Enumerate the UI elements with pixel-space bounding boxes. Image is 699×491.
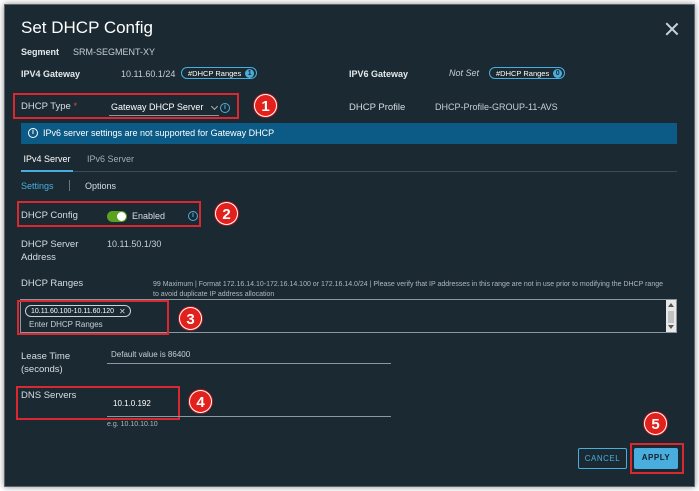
ipv4-gateway-value: 10.11.60.1/24 [121,69,176,79]
server-address-label-line1: DHCP Server [21,239,79,250]
scroll-thumb[interactable] [668,311,674,323]
dialog-title: Set DHCP Config [21,18,153,37]
dns-servers-label: DNS Servers [21,390,77,401]
callout-number-1: 1 [254,94,277,117]
dhcp-type-label: DHCP Type * [21,101,78,112]
subtab-settings[interactable]: Settings [21,181,54,191]
ipv6-gateway-label: IPV6 Gateway [349,69,409,79]
lease-time-input[interactable]: Default value is 86400 [107,350,391,364]
tab-ipv4-server[interactable]: IPv4 Server [21,152,73,172]
subtab-divider [69,180,70,191]
dhcp-config-toggle[interactable] [107,211,127,222]
scroll-up-icon[interactable] [668,303,674,307]
dhcp-config-label: DHCP Config [21,210,78,221]
callout-number-4: 4 [189,390,212,413]
cancel-button[interactable]: CANCEL [578,448,627,469]
scroll-down-icon[interactable] [668,325,674,329]
scrollbar[interactable] [666,300,676,332]
dns-servers-input[interactable]: 10.1.0.192 [107,395,391,417]
callout-number-5: 5 [644,412,667,435]
apply-button[interactable]: APPLY [634,448,678,469]
segment-value: SRM-SEGMENT-XY [73,47,156,57]
info-icon[interactable]: i [220,103,230,113]
required-mark: * [73,101,78,112]
ipv6-badge-label: #DHCP Ranges [496,68,550,78]
dhcp-type-select[interactable]: Gateway DHCP Server [109,102,219,116]
ipv6-dhcp-ranges-badge[interactable]: #DHCP Ranges 0 [489,67,566,79]
ipv4-dhcp-ranges-badge[interactable]: #DHCP Ranges 1 [181,67,258,79]
ipv4-badge-label: #DHCP Ranges [188,68,242,78]
info-icon[interactable]: i [188,211,198,221]
callout-box-dhcp-ranges [17,300,169,335]
ipv6-badge-count: 0 [553,68,563,78]
lease-time-label-line2: (seconds) [21,364,63,375]
dhcp-ranges-hint: 99 Maximum | Format 172.16.14.10-172.16.… [153,281,664,298]
close-icon[interactable] [665,22,679,36]
dhcp-ranges-label: DHCP Ranges [21,278,84,289]
server-address-label-line2: Address [21,252,56,263]
ipv4-gateway-label: IPV4 Gateway [21,69,81,79]
segment-label: Segment [21,47,60,57]
info-banner: i IPv6 server settings are not supported… [21,123,677,144]
dhcp-profile-label: DHCP Profile [349,102,406,113]
server-address-value: 10.11.50.1/30 [107,239,162,249]
ipv6-gateway-value: Not Set [449,68,480,78]
dhcp-type-value: Gateway DHCP Server [111,102,204,112]
set-dhcp-config-dialog: Set DHCP Config Segment SRM-SEGMENT-XY I… [4,4,695,487]
info-icon: i [28,128,38,138]
lease-time-label-line1: Lease Time [21,351,71,362]
dns-servers-example: e.g. 10.10.10.10 [107,421,158,428]
dhcp-profile-value: DHCP-Profile-GROUP-11-AVS [435,102,558,112]
subtab-options[interactable]: Options [85,181,116,191]
callout-number-2: 2 [215,202,238,225]
banner-text: IPv6 server settings are not supported f… [43,128,275,138]
chevron-down-icon [210,102,219,111]
ipv4-badge-count: 1 [245,68,255,78]
tab-ipv6-server[interactable]: IPv6 Server [87,152,134,166]
tab-divider [21,171,677,172]
lease-time-placeholder: Default value is 86400 [111,350,191,359]
callout-number-3: 3 [179,307,202,330]
dhcp-config-state: Enabled [132,211,166,221]
dns-servers-value: 10.1.0.192 [113,399,151,408]
